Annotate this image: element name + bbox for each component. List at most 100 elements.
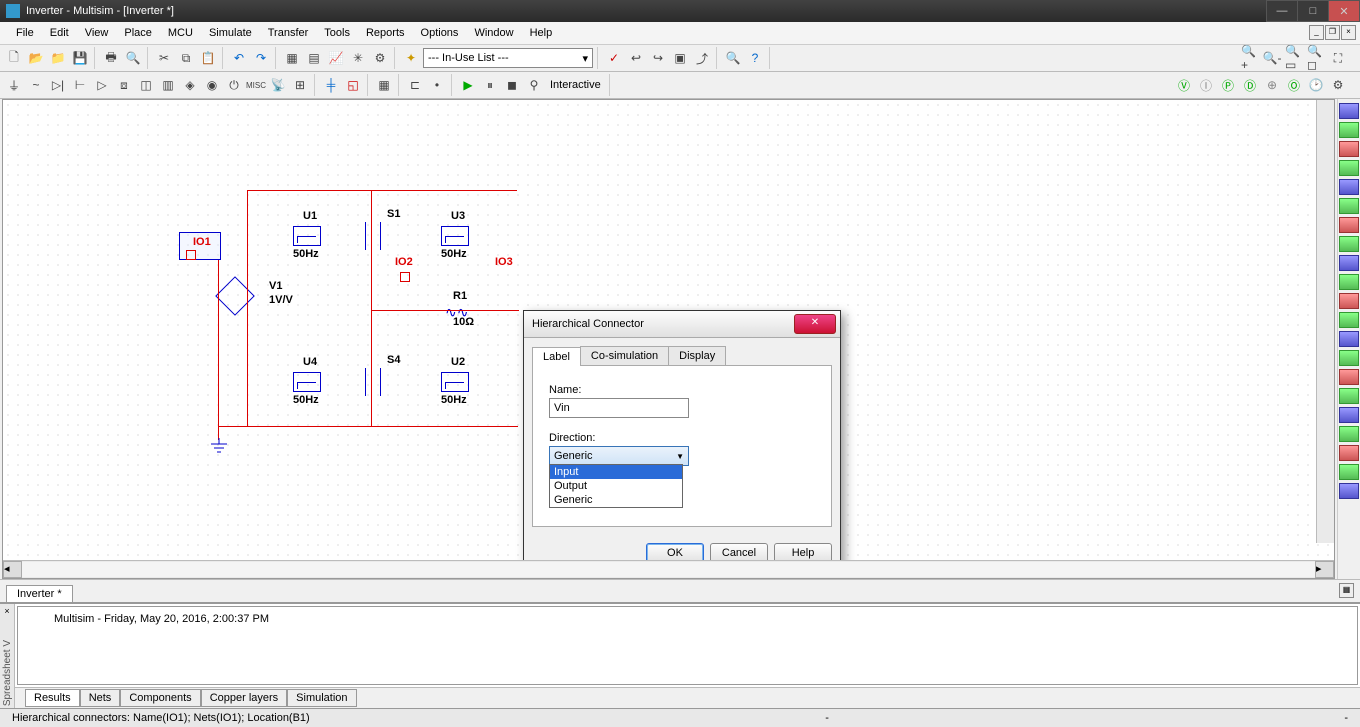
probe-v-icon[interactable]: Ⓥ bbox=[1174, 75, 1194, 95]
zoom-out-icon[interactable]: 🔍- bbox=[1262, 48, 1282, 68]
window-maximize-button[interactable]: □ bbox=[1297, 0, 1329, 22]
instrument-elvis-icon[interactable] bbox=[1339, 464, 1359, 480]
spreadsheet-icon[interactable]: ▤ bbox=[304, 48, 324, 68]
diode-icon[interactable]: ▷| bbox=[48, 75, 68, 95]
new-icon[interactable]: 🗋 bbox=[4, 48, 24, 68]
menu-simulate[interactable]: Simulate bbox=[201, 25, 260, 41]
document-tab-inverter[interactable]: Inverter * bbox=[6, 585, 73, 602]
grid-icon[interactable]: ▦ bbox=[282, 48, 302, 68]
mdi-restore-button[interactable]: ❐ bbox=[1325, 25, 1340, 40]
horizontal-scrollbar[interactable]: ◂ ▸ bbox=[3, 560, 1334, 578]
probe-settings-icon[interactable]: ⚙ bbox=[1328, 75, 1348, 95]
fwd-ann-icon[interactable]: ↪ bbox=[648, 48, 668, 68]
run-icon[interactable]: ▶ bbox=[458, 75, 478, 95]
zoom-fit-icon[interactable]: 🔍◻ bbox=[1306, 48, 1326, 68]
save-icon[interactable]: 💾 bbox=[70, 48, 90, 68]
instrument-counter-icon[interactable] bbox=[1339, 217, 1359, 233]
u3-symbol-icon[interactable] bbox=[441, 226, 469, 246]
menu-mcu[interactable]: MCU bbox=[160, 25, 201, 41]
name-input[interactable] bbox=[549, 398, 689, 418]
place-hier-icon[interactable]: ◱ bbox=[343, 75, 363, 95]
mixed-icon[interactable]: ◈ bbox=[180, 75, 200, 95]
sheet-close-button[interactable]: × bbox=[4, 606, 9, 616]
dialog-titlebar[interactable]: Hierarchical Connector ✕ bbox=[524, 311, 840, 338]
v1-symbol-icon[interactable] bbox=[215, 276, 255, 316]
help-icon[interactable]: ? bbox=[745, 48, 765, 68]
instrument-distortion-icon[interactable] bbox=[1339, 312, 1359, 328]
pause-icon[interactable]: ⏸ bbox=[480, 75, 500, 95]
menu-options[interactable]: Options bbox=[413, 25, 467, 41]
ground-icon[interactable]: ⏚ bbox=[4, 75, 24, 95]
print-icon[interactable]: 🖶 bbox=[101, 48, 121, 68]
indicator-icon[interactable]: ◉ bbox=[202, 75, 222, 95]
help-button[interactable]: Help bbox=[774, 543, 832, 560]
tab-label[interactable]: Label bbox=[532, 347, 581, 366]
open-icon[interactable]: 📂 bbox=[26, 48, 46, 68]
tab-cosimulation[interactable]: Co-simulation bbox=[580, 346, 669, 365]
cancel-button[interactable]: Cancel bbox=[710, 543, 768, 560]
s1-symbol-icon[interactable] bbox=[365, 222, 381, 250]
scroll-left-button[interactable]: ◂ bbox=[3, 561, 22, 578]
tabs-layout-button[interactable]: ▦ bbox=[1339, 583, 1354, 598]
instrument-funcgen-icon[interactable] bbox=[1339, 122, 1359, 138]
instrument-logic-analyzer-icon[interactable] bbox=[1339, 255, 1359, 271]
direction-option-generic[interactable]: Generic bbox=[550, 493, 682, 507]
instrument-bode-icon[interactable] bbox=[1339, 198, 1359, 214]
instrument-agilent-fg-icon[interactable] bbox=[1339, 369, 1359, 385]
instrument-scope-icon[interactable] bbox=[1339, 160, 1359, 176]
erc-icon[interactable]: ✓ bbox=[604, 48, 624, 68]
menu-transfer[interactable]: Transfer bbox=[260, 25, 317, 41]
direction-option-output[interactable]: Output bbox=[550, 479, 682, 493]
sheet-tab-copper[interactable]: Copper layers bbox=[201, 689, 287, 707]
tab-display[interactable]: Display bbox=[668, 346, 726, 365]
transistor-icon[interactable]: ⊢ bbox=[70, 75, 90, 95]
misc-icon[interactable]: MISC bbox=[246, 75, 266, 95]
zoom-in-icon[interactable]: 🔍+ bbox=[1240, 48, 1260, 68]
scroll-right-button[interactable]: ▸ bbox=[1315, 561, 1334, 578]
instrument-labview-icon[interactable] bbox=[1339, 445, 1359, 461]
junction-icon[interactable]: • bbox=[427, 75, 447, 95]
sheet-tab-nets[interactable]: Nets bbox=[80, 689, 121, 707]
u4-symbol-icon[interactable] bbox=[293, 372, 321, 392]
menu-place[interactable]: Place bbox=[116, 25, 160, 41]
menu-view[interactable]: View bbox=[77, 25, 117, 41]
component-icon[interactable]: ✦ bbox=[401, 48, 421, 68]
opamp-icon[interactable]: ▷ bbox=[92, 75, 112, 95]
find-icon[interactable]: 🔍 bbox=[723, 48, 743, 68]
probe-dig-icon[interactable]: Ⓞ bbox=[1284, 75, 1304, 95]
sheet-tab-components[interactable]: Components bbox=[120, 689, 200, 707]
power-icon[interactable]: ⏻ bbox=[224, 75, 244, 95]
misc-digital-icon[interactable]: ▥ bbox=[158, 75, 178, 95]
ni-icon[interactable]: ▦ bbox=[374, 75, 394, 95]
direction-option-input[interactable]: Input bbox=[550, 465, 682, 479]
instrument-tek-scope-icon[interactable] bbox=[1339, 426, 1359, 442]
probe-diff-icon[interactable]: Ⓓ bbox=[1240, 75, 1260, 95]
probe-icon[interactable]: ⚲ bbox=[524, 75, 544, 95]
in-use-list-dropdown[interactable]: --- In-Use List --- ▾ bbox=[423, 48, 593, 68]
menu-file[interactable]: File bbox=[8, 25, 42, 41]
instrument-current-probe-icon[interactable] bbox=[1339, 483, 1359, 499]
open-project-icon[interactable]: 📁 bbox=[48, 48, 68, 68]
u2-symbol-icon[interactable] bbox=[441, 372, 469, 392]
ttl-icon[interactable]: ⧈ bbox=[114, 75, 134, 95]
u1-symbol-icon[interactable] bbox=[293, 226, 321, 246]
instrument-wattmeter-icon[interactable] bbox=[1339, 141, 1359, 157]
copy-icon[interactable]: ⧉ bbox=[176, 48, 196, 68]
instrument-agilent-mm-icon[interactable] bbox=[1339, 388, 1359, 404]
window-minimize-button[interactable]: — bbox=[1266, 0, 1298, 22]
probe-p-icon[interactable]: Ⓟ bbox=[1218, 75, 1238, 95]
probe-ref-icon[interactable]: ⊕ bbox=[1262, 75, 1282, 95]
zoom-area-icon[interactable]: 🔍▭ bbox=[1284, 48, 1304, 68]
place-bus-icon[interactable]: ╪ bbox=[321, 75, 341, 95]
instrument-logic-conv-icon[interactable] bbox=[1339, 274, 1359, 290]
instrument-multimeter-icon[interactable] bbox=[1339, 103, 1359, 119]
menu-window[interactable]: Window bbox=[466, 25, 521, 41]
mdi-close-button[interactable]: × bbox=[1341, 25, 1356, 40]
postproc-icon[interactable]: ⚙ bbox=[370, 48, 390, 68]
instrument-spectrum-icon[interactable] bbox=[1339, 331, 1359, 347]
redo-icon[interactable]: ↷ bbox=[251, 48, 271, 68]
sheet-tab-results[interactable]: Results bbox=[25, 689, 80, 707]
instrument-4ch-scope-icon[interactable] bbox=[1339, 179, 1359, 195]
menu-edit[interactable]: Edit bbox=[42, 25, 77, 41]
menu-tools[interactable]: Tools bbox=[316, 25, 358, 41]
